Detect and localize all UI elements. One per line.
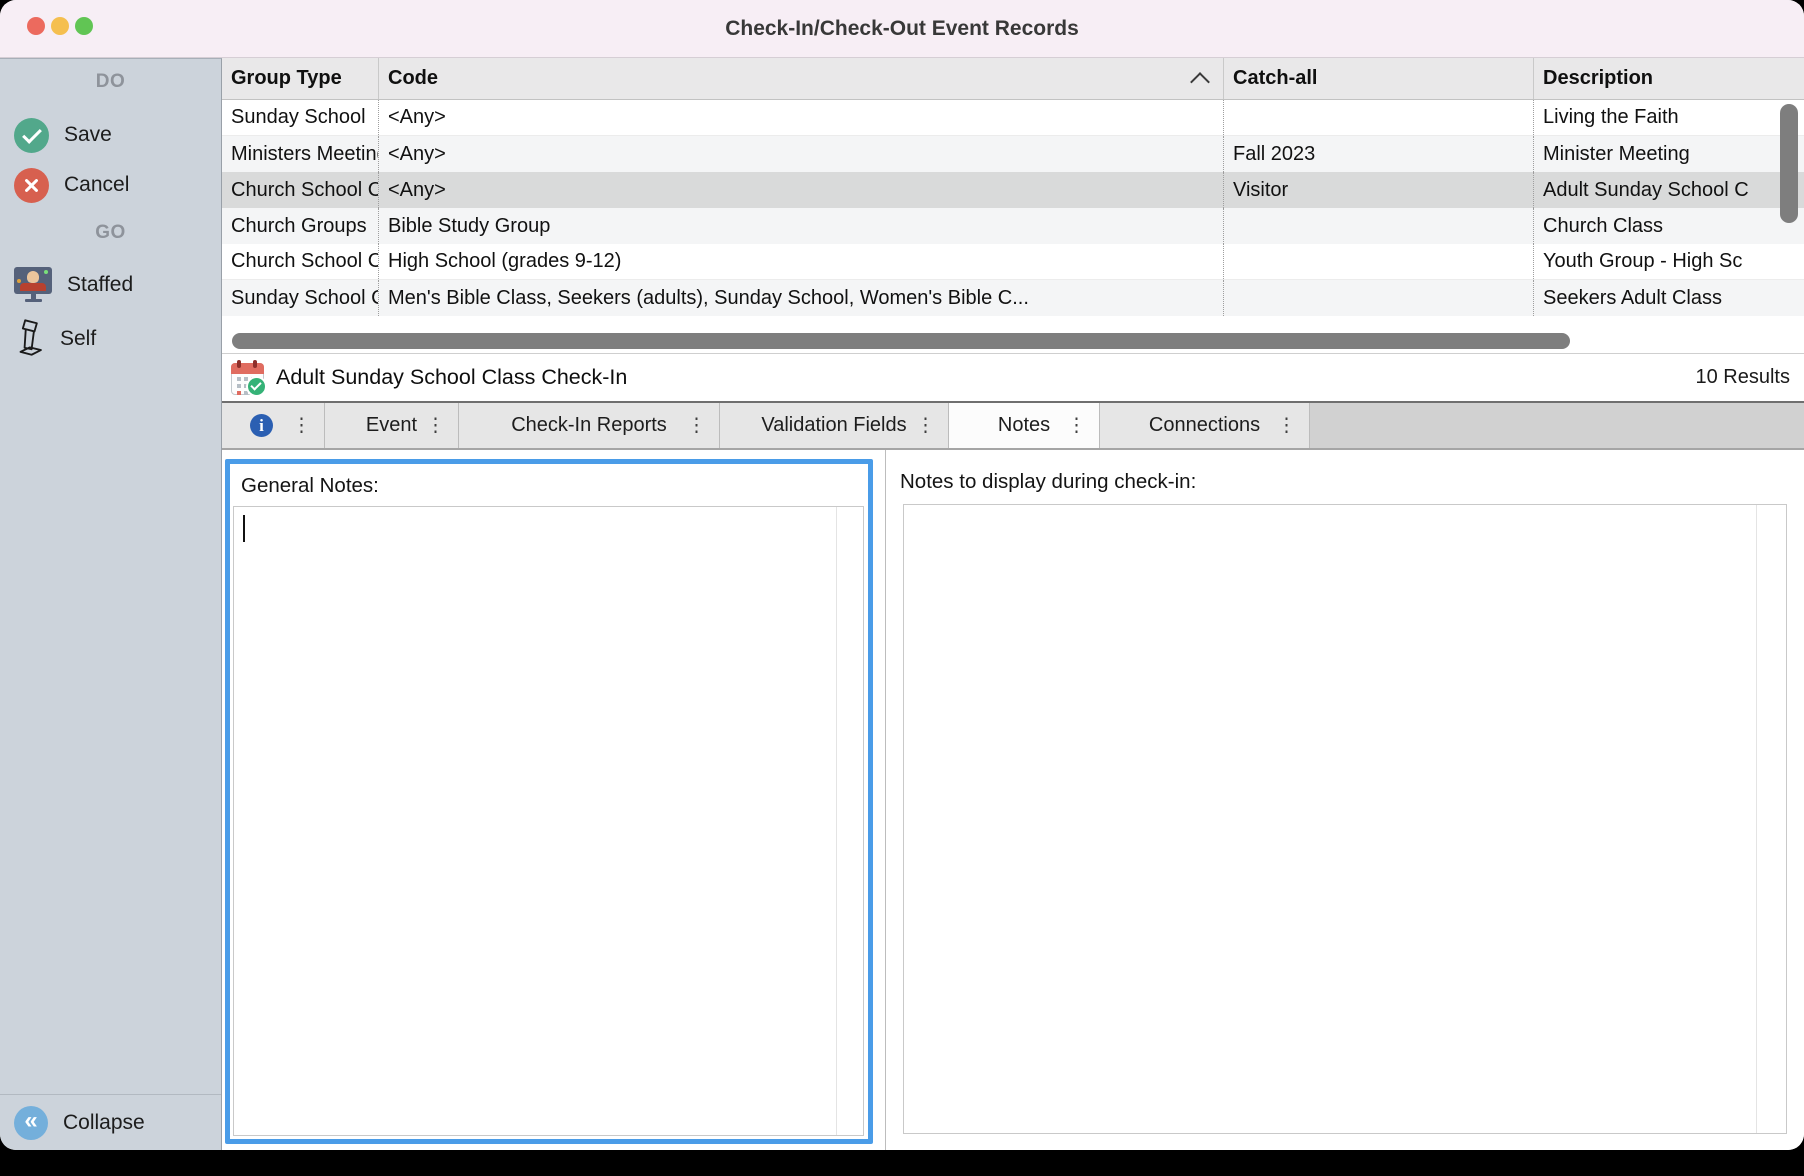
title-bar: Check-In/Check-Out Event Records (0, 0, 1804, 58)
cell-catch-all (1223, 208, 1533, 244)
sidebar-section-do: DO (0, 71, 221, 93)
cell-description: Living the Faith (1533, 100, 1804, 135)
double-chevron-left-icon (14, 1106, 48, 1140)
table-header: Group Type Code Catch-all Description (222, 58, 1804, 100)
x-circle-icon (14, 168, 49, 203)
close-window-icon[interactable] (27, 17, 45, 35)
general-notes-label: General Notes: (241, 474, 379, 498)
cell-catch-all: Fall 2023 (1223, 136, 1533, 172)
panel-splitter[interactable] (885, 450, 886, 1150)
cell-group-type: Sunday School (222, 100, 378, 135)
tab-notes[interactable]: Notes (949, 403, 1100, 448)
kiosk-monitor-icon (14, 267, 52, 303)
cell-group-type: Sunday School Class (222, 280, 378, 316)
table-row-selected[interactable]: Church School Class <Any> Visitor Adult … (222, 172, 1804, 208)
cell-code: Bible Study Group (378, 208, 1223, 244)
cell-catch-all (1223, 100, 1533, 135)
table-row[interactable]: Church Groups Bible Study Group Church C… (222, 208, 1804, 244)
column-header-code[interactable]: Code (378, 58, 1223, 99)
scrollbar-gutter (836, 507, 837, 1135)
record-title: Adult Sunday School Class Check-In (276, 365, 627, 390)
sidebar: DO Save Cancel GO Staffed (0, 58, 222, 1150)
general-notes-field (233, 506, 864, 1136)
window-title: Check-In/Check-Out Event Records (725, 17, 1079, 41)
column-header-group-type[interactable]: Group Type (222, 58, 378, 99)
text-cursor (243, 515, 245, 542)
cancel-button[interactable]: Cancel (14, 167, 129, 203)
record-header: Adult Sunday School Class Check-In 10 Re… (222, 354, 1804, 401)
cell-code: High School (grades 9-12) (378, 244, 1223, 279)
self-button[interactable]: Self (14, 321, 96, 357)
column-header-catch-all[interactable]: Catch-all (1223, 58, 1533, 99)
save-button[interactable]: Save (14, 117, 112, 153)
save-button-label: Save (64, 123, 112, 147)
app-window: Check-In/Check-Out Event Records DO Save… (0, 0, 1804, 1150)
vertical-scrollbar-thumb[interactable] (1780, 104, 1798, 223)
vertical-dots-icon[interactable] (1277, 416, 1296, 435)
column-header-description[interactable]: Description (1533, 58, 1804, 99)
cell-description: Seekers Adult Class (1533, 280, 1804, 316)
window-controls (27, 17, 93, 35)
cell-description: Minister Meeting (1533, 136, 1804, 172)
cell-catch-all (1223, 244, 1533, 279)
table-row[interactable]: Ministers Meetings <Any> Fall 2023 Minis… (222, 136, 1804, 172)
tab-validation-fields[interactable]: Validation Fields (720, 403, 949, 448)
tab-event[interactable]: Event (325, 403, 459, 448)
cell-description: Youth Group - High Sc (1533, 244, 1804, 279)
calendar-check-icon (231, 360, 264, 395)
zoom-window-icon[interactable] (75, 17, 93, 35)
checkin-notes-textarea[interactable] (904, 505, 1786, 1133)
collapse-button[interactable]: Collapse (0, 1094, 221, 1150)
staffed-button[interactable]: Staffed (14, 267, 133, 303)
cell-catch-all: Visitor (1223, 172, 1533, 208)
cell-group-type: Church Groups (222, 208, 378, 244)
self-button-label: Self (60, 327, 96, 351)
general-notes-panel: General Notes: (225, 459, 873, 1144)
cell-code: <Any> (378, 136, 1223, 172)
cell-description: Church Class (1533, 208, 1804, 244)
vertical-dots-icon[interactable] (1067, 416, 1086, 435)
vertical-dots-icon[interactable] (426, 416, 445, 435)
sidebar-section-go: GO (0, 222, 221, 244)
cell-code: <Any> (378, 100, 1223, 135)
cancel-button-label: Cancel (64, 173, 129, 197)
chevron-up-icon (1190, 72, 1210, 92)
table-row[interactable]: Sunday School <Any> Living the Faith (222, 100, 1804, 136)
horizontal-scrollbar-thumb[interactable] (232, 333, 1570, 349)
table-row[interactable]: Church School Class High School (grades … (222, 244, 1804, 280)
checkin-notes-field (903, 504, 1787, 1134)
results-count: 10 Results (1696, 366, 1791, 389)
cell-code: <Any> (378, 172, 1223, 208)
tab-connections[interactable]: Connections (1100, 403, 1310, 448)
kiosk-stand-icon (17, 319, 45, 359)
minimize-window-icon[interactable] (51, 17, 69, 35)
cell-group-type: Church School Class (222, 172, 378, 208)
vertical-dots-icon[interactable] (292, 416, 311, 435)
general-notes-textarea[interactable] (234, 507, 863, 1135)
cell-catch-all (1223, 280, 1533, 316)
vertical-dots-icon[interactable] (687, 416, 706, 435)
tab-check-in-reports[interactable]: Check-In Reports (459, 403, 720, 448)
cell-code: Men's Bible Class, Seekers (adults), Sun… (378, 280, 1223, 316)
table-row[interactable]: Sunday School Class Men's Bible Class, S… (222, 280, 1804, 316)
tab-strip: Event Check-In Reports Validation Fields… (222, 401, 1804, 450)
main-area: Group Type Code Catch-all Description Su… (222, 58, 1804, 1150)
cell-group-type: Ministers Meetings (222, 136, 378, 172)
vertical-dots-icon[interactable] (916, 416, 935, 435)
tab-info[interactable] (222, 403, 325, 448)
check-circle-icon (14, 118, 49, 153)
cell-description: Adult Sunday School C (1533, 172, 1804, 208)
info-circle-icon (250, 414, 273, 437)
scrollbar-gutter (1756, 505, 1757, 1133)
cell-group-type: Church School Class (222, 244, 378, 279)
table-body: Sunday School <Any> Living the Faith Min… (222, 100, 1804, 316)
checkin-notes-label: Notes to display during check-in: (900, 470, 1196, 494)
staffed-button-label: Staffed (67, 273, 133, 297)
collapse-button-label: Collapse (63, 1111, 145, 1135)
